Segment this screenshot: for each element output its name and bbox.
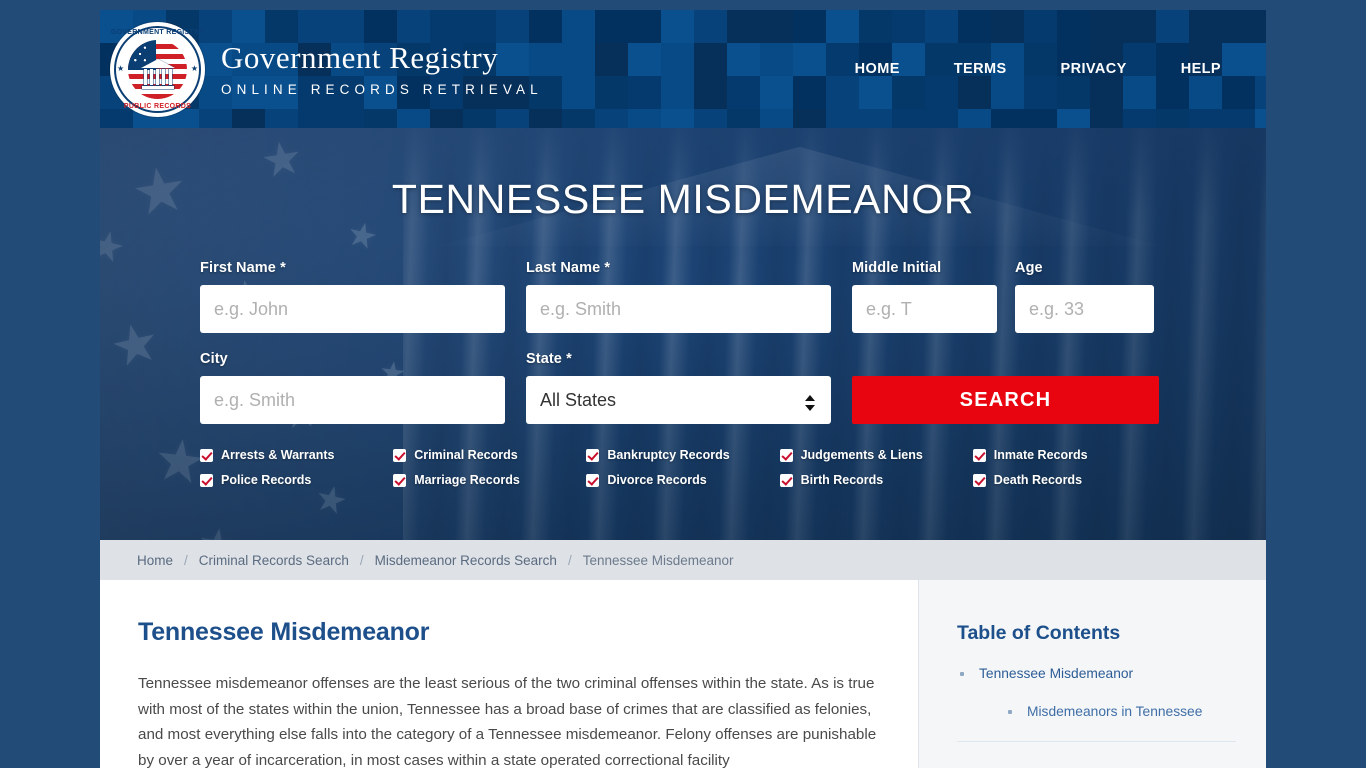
article-paragraph: Tennessee misdemeanor offenses are the l… (138, 675, 877, 768)
checkbox-label: Birth Records (800, 473, 884, 487)
page-title: TENNESSEE MISDEMEANOR (391, 176, 975, 222)
checkbox-label: Death Records (993, 473, 1083, 487)
last-name-input[interactable] (526, 285, 831, 333)
state-field-group: State * All States (526, 351, 831, 424)
breadcrumb-separator: / (359, 552, 364, 568)
breadcrumb-item-misdemeanor-records-search[interactable]: Misdemeanor Records Search (375, 553, 557, 568)
checkbox-label: Divorce Records (607, 473, 707, 487)
checkbox-label: Arrests & Warrants (221, 448, 335, 462)
checkbox-police-records[interactable]: Police Records (200, 473, 393, 487)
checkbox-label: Criminal Records (414, 448, 518, 462)
checkbox-marriage-records[interactable]: Marriage Records (393, 473, 586, 487)
record-type-checkboxes: Arrests & Warrants Criminal Records Bank… (200, 448, 1166, 487)
middle-initial-label: Middle Initial (852, 260, 942, 276)
content-area: Tennessee Misdemeanor Tennessee misdemea… (100, 580, 1266, 768)
government-seal-icon: GOVERNMENT REGISTRY PUBLIC RECORDS ★ ★ (110, 21, 205, 117)
checkmark-icon (393, 448, 407, 462)
age-field-group: Age (1015, 260, 1154, 333)
seal-top-text: GOVERNMENT REGISTRY (110, 28, 205, 36)
site-header: GOVERNMENT REGISTRY PUBLIC RECORDS ★ ★ G… (100, 10, 1266, 128)
checkbox-label: Bankruptcy Records (607, 448, 730, 462)
checkmark-icon (779, 448, 793, 462)
brand-title: Government Registry (221, 39, 499, 75)
first-name-input[interactable] (200, 285, 505, 333)
hero-search-section: ★★★★★★★★★★★ TENNESSEE MISDEMEANOR First … (100, 128, 1266, 540)
page-container: GOVERNMENT REGISTRY PUBLIC RECORDS ★ ★ G… (100, 10, 1266, 768)
checkbox-bankruptcy-records[interactable]: Bankruptcy Records (586, 448, 779, 462)
last-name-label: Last Name * (526, 260, 611, 276)
toc-sublist: Misdemeanors in Tennessee (1005, 703, 1236, 721)
age-input[interactable] (1015, 285, 1154, 333)
checkmark-icon (779, 473, 793, 487)
toc-subitem[interactable]: Misdemeanors in Tennessee (1005, 703, 1236, 721)
nav-item-terms[interactable]: TERMS (927, 53, 1034, 85)
breadcrumb-item-current: Tennessee Misdemeanor (582, 552, 734, 568)
checkbox-divorce-records[interactable]: Divorce Records (586, 473, 779, 487)
courthouse-icon (140, 58, 175, 89)
nav-item-help[interactable]: HELP (1154, 53, 1248, 85)
city-input[interactable] (200, 376, 505, 424)
checkmark-icon (586, 473, 600, 487)
age-label: Age (1015, 260, 1043, 276)
checkbox-death-records[interactable]: Death Records (972, 473, 1166, 487)
checkmark-icon (972, 448, 986, 462)
brand-subtitle: ONLINE RECORDS RETRIEVAL (221, 81, 543, 97)
checkmark-icon (586, 448, 600, 462)
city-field-group: City (200, 351, 505, 424)
last-name-field-group: Last Name * (526, 260, 831, 333)
checkbox-label: Inmate Records (993, 448, 1088, 462)
checkbox-judgements-liens[interactable]: Judgements & Liens (779, 448, 973, 462)
seal-star-right-icon: ★ (190, 64, 198, 74)
state-label: State * (526, 351, 572, 367)
seal-star-left-icon: ★ (117, 64, 125, 74)
state-select[interactable]: All States (526, 376, 831, 424)
breadcrumb-item-criminal-records-search[interactable]: Criminal Records Search (199, 553, 349, 568)
records-search-form: First Name * Last Name * Middle Initial … (200, 260, 1166, 487)
checkmark-icon (972, 473, 986, 487)
checkmark-icon (200, 448, 213, 462)
table-of-contents-sidebar: Table of Contents Tennessee Misdemeanor … (918, 580, 1266, 768)
checkbox-criminal-records[interactable]: Criminal Records (393, 448, 586, 462)
breadcrumb-item-home[interactable]: Home (137, 553, 173, 568)
checkmark-icon (393, 473, 407, 487)
checkmark-icon (200, 473, 213, 487)
checkbox-label: Police Records (221, 473, 312, 487)
city-label: City (200, 351, 228, 367)
checkbox-birth-records[interactable]: Birth Records (779, 473, 973, 487)
seal-bottom-text: PUBLIC RECORDS (123, 102, 192, 110)
checkbox-label: Marriage Records (414, 473, 520, 487)
middle-initial-input[interactable] (852, 285, 997, 333)
nav-item-privacy[interactable]: PRIVACY (1034, 53, 1154, 85)
toc-heading: Table of Contents (957, 622, 1121, 644)
middle-initial-field-group: Middle Initial (852, 260, 997, 333)
first-name-field-group: First Name * (200, 260, 505, 333)
toc-list: Tennessee Misdemeanor Misdemeanors in Te… (957, 665, 1236, 721)
article-main: Tennessee Misdemeanor Tennessee misdemea… (100, 580, 918, 768)
article-heading: Tennessee Misdemeanor (138, 618, 430, 646)
toc-link-tennessee-misdemeanor[interactable]: Tennessee Misdemeanor (979, 666, 1133, 681)
site-logo[interactable]: GOVERNMENT REGISTRY PUBLIC RECORDS ★ ★ G… (110, 21, 543, 117)
checkbox-arrests-warrants[interactable]: Arrests & Warrants (200, 448, 393, 462)
main-navigation: HOME TERMS PRIVACY HELP (828, 53, 1266, 85)
checkbox-label: Judgements & Liens (800, 448, 923, 462)
breadcrumb-separator: / (184, 552, 188, 568)
breadcrumb: Home / Criminal Records Search / Misdeme… (100, 540, 1266, 580)
checkbox-inmate-records[interactable]: Inmate Records (972, 448, 1166, 462)
first-name-label: First Name * (200, 260, 286, 276)
toc-item[interactable]: Tennessee Misdemeanor Misdemeanors in Te… (957, 665, 1236, 721)
toc-link-misdemeanors-in-tennessee[interactable]: Misdemeanors in Tennessee (1027, 704, 1202, 719)
search-button[interactable]: SEARCH (852, 376, 1159, 424)
sidebar-divider (957, 741, 1236, 742)
breadcrumb-separator: / (567, 552, 572, 568)
nav-item-home[interactable]: HOME (828, 53, 927, 85)
